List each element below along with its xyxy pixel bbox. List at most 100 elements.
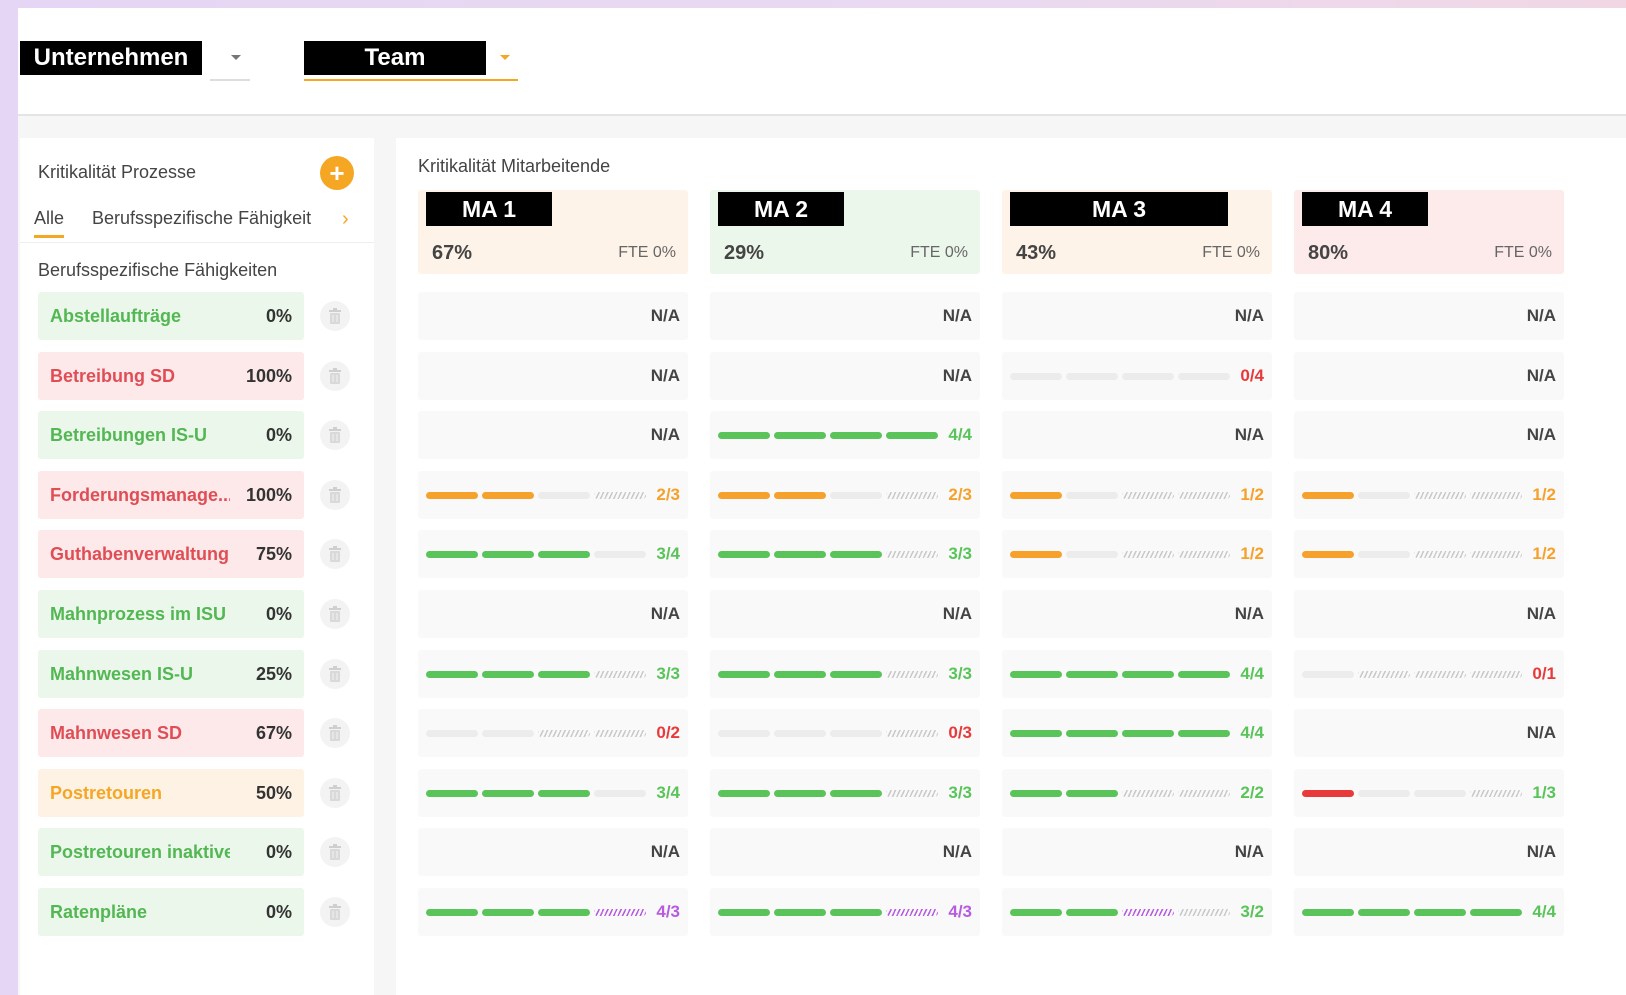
tab-skill[interactable]: Berufsspezifische Fähigkeit — [92, 208, 330, 229]
tab-all[interactable]: Alle — [34, 208, 65, 238]
trash-icon[interactable] — [320, 659, 350, 689]
select-underline — [210, 79, 250, 81]
skill-cell[interactable]: 1/2 — [1002, 471, 1272, 519]
skill-cell[interactable]: 4/3 — [418, 888, 688, 936]
level-segment — [1470, 790, 1522, 797]
skill-cell[interactable]: 0/4 — [1002, 352, 1272, 400]
skill-cell[interactable]: N/A — [1294, 828, 1564, 876]
skill-cell[interactable]: 1/2 — [1002, 530, 1272, 578]
trash-icon[interactable] — [320, 420, 350, 450]
level-segment — [1122, 551, 1174, 558]
skill-value: 4/4 — [948, 425, 972, 444]
trash-icon[interactable] — [320, 778, 350, 808]
skill-cell[interactable]: N/A — [710, 352, 980, 400]
chevron-right-icon[interactable]: › — [342, 208, 349, 231]
skill-row[interactable]: Postretouren inaktive ... 0% — [38, 828, 304, 876]
skill-cell[interactable]: 4/4 — [1002, 709, 1272, 757]
skill-cell[interactable]: 4/3 — [710, 888, 980, 936]
level-segment — [1358, 492, 1410, 499]
skill-row[interactable]: Abstellaufträge 0% — [38, 292, 304, 340]
level-segment — [774, 492, 826, 499]
trash-icon[interactable] — [320, 837, 350, 867]
level-segment — [1470, 492, 1522, 499]
skill-cell[interactable]: N/A — [1002, 828, 1272, 876]
skill-cell[interactable]: N/A — [418, 292, 688, 340]
skill-cell[interactable]: 0/1 — [1294, 650, 1564, 698]
skill-cell[interactable]: 2/3 — [418, 471, 688, 519]
skill-cell[interactable]: N/A — [418, 352, 688, 400]
skill-cell[interactable]: 0/2 — [418, 709, 688, 757]
skill-cell[interactable]: N/A — [1294, 590, 1564, 638]
level-segment — [1066, 790, 1118, 797]
skill-value: 3/3 — [656, 664, 680, 683]
skill-cell[interactable]: 4/4 — [710, 411, 980, 459]
level-segment — [482, 671, 534, 678]
skill-cell[interactable]: N/A — [1002, 292, 1272, 340]
employee-name: MA 2 — [718, 192, 844, 226]
trash-icon[interactable] — [320, 718, 350, 748]
skill-row[interactable]: Betreibungen IS-U 0% — [38, 411, 304, 459]
skill-row[interactable]: Postretouren 50% — [38, 769, 304, 817]
level-segment — [886, 432, 938, 439]
employee-fte: FTE 0% — [910, 244, 968, 261]
team-select[interactable]: Team — [304, 41, 520, 81]
trash-icon[interactable] — [320, 539, 350, 569]
skill-cell[interactable]: 0/3 — [710, 709, 980, 757]
level-segment — [774, 790, 826, 797]
employee-header[interactable]: MA 2 29% FTE 0% — [710, 190, 980, 274]
trash-icon[interactable] — [320, 361, 350, 391]
skill-cell[interactable]: N/A — [710, 828, 980, 876]
skill-cell[interactable]: N/A — [710, 590, 980, 638]
level-segment — [718, 730, 770, 737]
skill-cell[interactable]: N/A — [418, 411, 688, 459]
level-segment — [538, 492, 590, 499]
skill-cell[interactable]: 3/2 — [1002, 888, 1272, 936]
employee-header[interactable]: MA 4 80% FTE 0% — [1294, 190, 1564, 274]
chevron-down-icon[interactable] — [500, 55, 510, 60]
skill-cell[interactable]: 3/4 — [418, 530, 688, 578]
skill-row[interactable]: Mahnprozess im ISU 0% — [38, 590, 304, 638]
trash-icon[interactable] — [320, 599, 350, 629]
trash-icon[interactable] — [320, 301, 350, 331]
company-select[interactable]: Unternehmen — [20, 41, 260, 81]
skill-cell[interactable]: 4/4 — [1294, 888, 1564, 936]
skill-cell[interactable]: 3/3 — [710, 530, 980, 578]
skill-row[interactable]: Guthabenverwaltung 75% — [38, 530, 304, 578]
skill-cell[interactable]: 3/3 — [418, 650, 688, 698]
skill-row[interactable]: Mahnwesen SD 67% — [38, 709, 304, 757]
skill-value: N/A — [942, 366, 972, 385]
skill-cell[interactable]: 4/4 — [1002, 650, 1272, 698]
skill-row[interactable]: Mahnwesen IS-U 25% — [38, 650, 304, 698]
skill-cell[interactable]: N/A — [1294, 709, 1564, 757]
skill-cell[interactable]: N/A — [710, 292, 980, 340]
skill-cell[interactable]: 3/3 — [710, 769, 980, 817]
skill-cell[interactable]: N/A — [1002, 411, 1272, 459]
employee-header[interactable]: MA 1 67% FTE 0% — [418, 190, 688, 274]
skill-value: 1/2 — [1240, 544, 1264, 563]
trash-icon[interactable] — [320, 897, 350, 927]
skill-cell[interactable]: N/A — [418, 828, 688, 876]
skill-cell[interactable]: 3/3 — [710, 650, 980, 698]
skill-cell[interactable]: 1/2 — [1294, 530, 1564, 578]
skill-cell[interactable]: 2/3 — [710, 471, 980, 519]
skill-cell[interactable]: N/A — [1294, 292, 1564, 340]
skill-row[interactable]: Ratenpläne 0% — [38, 888, 304, 936]
skill-cell[interactable]: 1/2 — [1294, 471, 1564, 519]
skill-cell[interactable]: N/A — [418, 590, 688, 638]
skill-row[interactable]: Betreibung SD 100% — [38, 352, 304, 400]
skill-value: 2/3 — [948, 485, 972, 504]
skill-row[interactable]: Forderungsmanage... 100% — [38, 471, 304, 519]
skill-cell[interactable]: 1/3 — [1294, 769, 1564, 817]
skill-cell[interactable]: N/A — [1294, 352, 1564, 400]
trash-icon[interactable] — [320, 480, 350, 510]
skill-cell[interactable]: N/A — [1002, 590, 1272, 638]
add-button[interactable]: + — [320, 156, 354, 190]
employee-header[interactable]: MA 3 43% FTE 0% — [1002, 190, 1272, 274]
level-segment — [1358, 671, 1410, 678]
chevron-down-icon[interactable] — [231, 55, 241, 60]
skill-cell[interactable]: 2/2 — [1002, 769, 1272, 817]
level-segment — [1178, 790, 1230, 797]
skill-cell[interactable]: N/A — [1294, 411, 1564, 459]
level-segment — [1470, 551, 1522, 558]
skill-cell[interactable]: 3/4 — [418, 769, 688, 817]
